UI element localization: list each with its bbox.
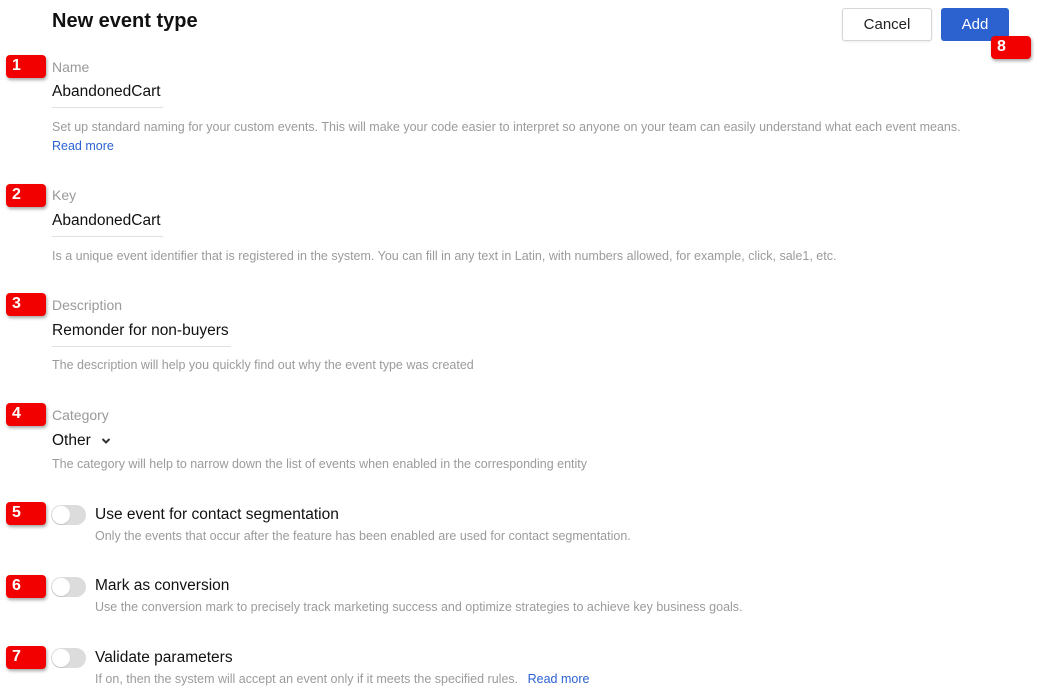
annotation-badge-8: 8 bbox=[991, 36, 1031, 59]
conversion-help: Use the conversion mark to precisely tra… bbox=[95, 600, 743, 614]
toggle-knob bbox=[52, 578, 70, 596]
description-input[interactable]: Remonder for non-buyers bbox=[52, 322, 231, 347]
validate-read-more-link[interactable]: Read more bbox=[528, 672, 590, 686]
annotation-badge-5: 5 bbox=[6, 502, 46, 525]
validate-title: Validate parameters bbox=[95, 649, 233, 666]
segmentation-help: Only the events that occur after the fea… bbox=[95, 529, 631, 543]
annotation-badge-4: 4 bbox=[6, 403, 46, 426]
name-help: Set up standard naming for your custom e… bbox=[52, 120, 961, 134]
category-selected-value: Other bbox=[52, 432, 91, 449]
validate-help: If on, then the system will accept an ev… bbox=[95, 672, 519, 686]
conversion-title: Mark as conversion bbox=[95, 577, 230, 594]
toggle-knob bbox=[52, 649, 70, 667]
annotation-badge-3: 3 bbox=[6, 293, 46, 316]
description-label: Description bbox=[52, 297, 123, 313]
segmentation-title: Use event for contact segmentation bbox=[95, 506, 339, 523]
validate-help-row: If on, then the system will accept an ev… bbox=[95, 672, 589, 686]
toggle-knob bbox=[52, 506, 70, 524]
cancel-button[interactable]: Cancel bbox=[842, 8, 932, 41]
annotation-badge-6: 6 bbox=[6, 575, 46, 598]
validate-toggle[interactable] bbox=[51, 648, 86, 668]
category-label: Category bbox=[52, 407, 109, 423]
annotation-badge-1: 1 bbox=[6, 55, 46, 78]
chevron-down-icon bbox=[101, 438, 110, 444]
key-help: Is a unique event identifier that is reg… bbox=[52, 249, 837, 263]
name-read-more-link[interactable]: Read more bbox=[52, 139, 114, 153]
annotation-badge-7: 7 bbox=[6, 646, 46, 669]
conversion-toggle[interactable] bbox=[51, 577, 86, 597]
category-select[interactable]: Other bbox=[52, 432, 111, 450]
annotation-badge-2: 2 bbox=[6, 184, 46, 207]
category-help: The category will help to narrow down th… bbox=[52, 457, 588, 471]
segmentation-toggle[interactable] bbox=[51, 505, 86, 525]
name-label: Name bbox=[52, 59, 90, 75]
key-label: Key bbox=[52, 187, 77, 203]
page-title: New event type bbox=[52, 10, 198, 32]
description-help: The description will help you quickly fi… bbox=[52, 358, 474, 372]
name-input[interactable]: AbandonedCart bbox=[52, 83, 163, 108]
key-input[interactable]: AbandonedCart bbox=[52, 212, 163, 237]
